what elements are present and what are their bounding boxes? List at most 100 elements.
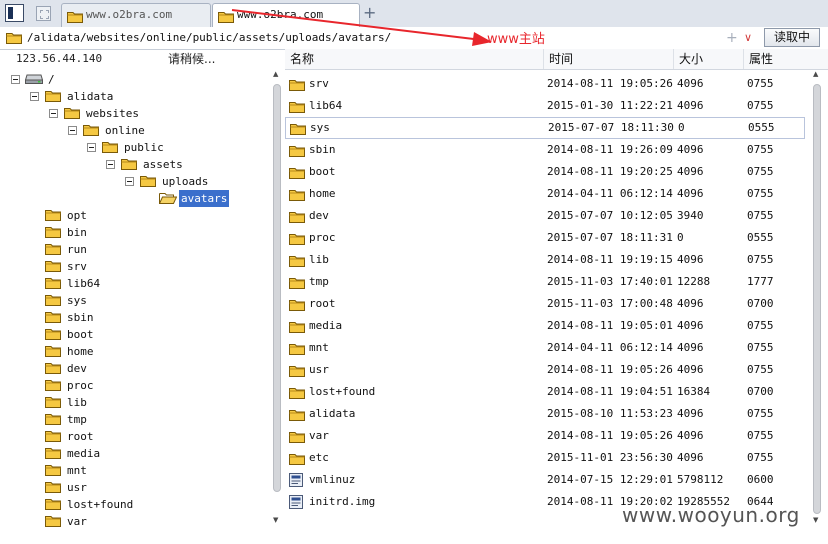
folder-icon xyxy=(102,140,118,158)
file-name: vmlinuz xyxy=(309,473,356,486)
blank-page-icon[interactable] xyxy=(36,6,51,21)
scroll-down-icon[interactable]: ▼ xyxy=(273,516,278,524)
scroll-down-icon[interactable]: ▼ xyxy=(813,516,818,524)
folder-icon xyxy=(45,480,61,498)
tab-o2bra-1[interactable]: www.o2bra.com xyxy=(61,3,211,27)
column-perm[interactable]: 属性 xyxy=(743,49,828,69)
file-row[interactable]: boot 2014-08-11 19:20:25 4096 0755 xyxy=(285,161,805,183)
file-row[interactable]: sbin 2014-08-11 19:26:09 4096 0755 xyxy=(285,139,805,161)
tree-node-label: media xyxy=(67,447,101,460)
file-time: 2014-08-11 19:05:01 xyxy=(547,319,673,332)
file-row[interactable]: lib 2014-08-11 19:19:15 4096 0755 xyxy=(285,249,805,271)
scroll-up-icon[interactable]: ▲ xyxy=(813,70,818,78)
file-size: 4096 xyxy=(677,165,704,178)
column-time[interactable]: 时间 xyxy=(543,49,673,69)
file-time: 2014-08-11 19:20:25 xyxy=(547,165,673,178)
folder-open-icon xyxy=(159,191,178,209)
directory-tree: / alidata websites online public assets upload… xyxy=(0,70,273,530)
file-time: 2015-11-03 17:40:01 xyxy=(547,275,673,288)
file-size: 4096 xyxy=(677,451,704,464)
file-size: 4096 xyxy=(677,319,704,332)
file-name: boot xyxy=(309,165,336,178)
status-message: 请稍候... xyxy=(168,52,216,66)
folder-icon xyxy=(121,157,137,175)
file-size: 4096 xyxy=(677,99,704,112)
folder-icon xyxy=(45,293,61,311)
column-size[interactable]: 大小 xyxy=(673,49,743,69)
tree-expand-minus-icon[interactable] xyxy=(68,126,77,135)
tree-expand-minus-icon[interactable] xyxy=(87,143,96,152)
file-row[interactable]: vmlinuz 2014-07-15 12:29:01 5798112 0600 xyxy=(285,469,805,491)
file-name: initrd.img xyxy=(309,495,376,508)
tree-expand-minus-icon[interactable] xyxy=(125,177,134,186)
tree-node-label: boot xyxy=(67,328,94,341)
chevron-down-icon[interactable]: ∨ xyxy=(744,27,752,49)
file-size: 4096 xyxy=(677,143,704,156)
file-row[interactable]: sys 2015-07-07 18:11:30 0 0555 xyxy=(285,117,805,139)
file-row[interactable]: media 2014-08-11 19:05:01 4096 0755 xyxy=(285,315,805,337)
file-row[interactable]: etc 2015-11-01 23:56:30 4096 0755 xyxy=(285,447,805,469)
file-row[interactable]: usr 2014-08-11 19:05:26 4096 0755 xyxy=(285,359,805,381)
tree-node-label: home xyxy=(67,345,94,358)
file-row[interactable]: lib64 2015-01-30 11:22:21 4096 0755 xyxy=(285,95,805,117)
file-time: 2014-04-11 06:12:14 xyxy=(547,341,673,354)
tree-node-label: lib64 xyxy=(67,277,101,290)
file-size: 4096 xyxy=(677,77,704,90)
scroll-thumb[interactable] xyxy=(813,84,821,514)
read-button[interactable]: 读取中 xyxy=(764,28,820,47)
tree-node-label: sbin xyxy=(67,311,94,324)
file-row[interactable]: mnt 2014-04-11 06:12:14 4096 0755 xyxy=(285,337,805,359)
file-permission: 0700 xyxy=(747,297,774,310)
file-name: tmp xyxy=(309,275,329,288)
scroll-thumb[interactable] xyxy=(273,84,281,492)
file-list-scrollbar[interactable]: ▲ ▼ xyxy=(811,70,823,530)
folder-icon xyxy=(45,208,61,226)
file-row[interactable]: lost+found 2014-08-11 19:04:51 16384 0700 xyxy=(285,381,805,403)
file-permission: 0700 xyxy=(747,385,774,398)
tree-node-label: var xyxy=(67,515,87,528)
file-size: 4096 xyxy=(677,407,704,420)
folder-icon xyxy=(6,31,22,47)
file-row[interactable]: dev 2015-07-07 10:12:05 3940 0755 xyxy=(285,205,805,227)
tree-expand-minus-icon[interactable] xyxy=(49,109,58,118)
file-row[interactable]: root 2015-11-03 17:00:48 4096 0700 xyxy=(285,293,805,315)
tree-node-label: dev xyxy=(67,362,87,375)
file-row[interactable]: alidata 2015-08-10 11:53:23 4096 0755 xyxy=(285,403,805,425)
file-name: sbin xyxy=(309,143,336,156)
file-name: root xyxy=(309,297,336,310)
file-name: dev xyxy=(309,209,329,222)
file-size: 3940 xyxy=(677,209,704,222)
file-time: 2014-08-11 19:26:09 xyxy=(547,143,673,156)
file-name: alidata xyxy=(309,407,356,420)
tree-expand-minus-icon[interactable] xyxy=(106,160,115,169)
folder-icon xyxy=(140,174,156,192)
folder-icon xyxy=(45,463,61,481)
plus-icon[interactable]: + xyxy=(726,27,738,49)
file-row[interactable]: tmp 2015-11-03 17:40:01 12288 1777 xyxy=(285,271,805,293)
file-time: 2015-11-03 17:00:48 xyxy=(547,297,673,310)
file-time: 2014-08-11 19:19:15 xyxy=(547,253,673,266)
file-permission: 0555 xyxy=(747,231,774,244)
sidebar-toggle-icon[interactable] xyxy=(5,4,24,22)
file-row[interactable]: proc 2015-07-07 18:11:31 0 0555 xyxy=(285,227,805,249)
column-name[interactable]: 名称 xyxy=(285,49,543,69)
tree-node-label: sys xyxy=(67,294,87,307)
file-size: 4096 xyxy=(677,297,704,310)
file-permission: 0755 xyxy=(747,341,774,354)
tree-expand-minus-icon[interactable] xyxy=(30,92,39,101)
file-permission: 1777 xyxy=(747,275,774,288)
file-row[interactable]: var 2014-08-11 19:05:26 4096 0755 xyxy=(285,425,805,447)
scroll-up-icon[interactable]: ▲ xyxy=(273,70,278,78)
file-row[interactable]: home 2014-04-11 06:12:14 4096 0755 xyxy=(285,183,805,205)
file-time: 2015-07-07 10:12:05 xyxy=(547,209,673,222)
file-permission: 0755 xyxy=(747,253,774,266)
tree-scrollbar[interactable]: ▲ ▼ xyxy=(272,70,283,530)
tree-node-label: websites xyxy=(86,107,139,120)
tree-expand-minus-icon[interactable] xyxy=(11,75,20,84)
tree-node-label: proc xyxy=(67,379,94,392)
file-permission: 0755 xyxy=(747,319,774,332)
file-row[interactable]: srv 2014-08-11 19:05:26 4096 0755 xyxy=(285,73,805,95)
folder-icon xyxy=(45,276,61,294)
file-name: proc xyxy=(309,231,336,244)
folder-icon xyxy=(45,259,61,277)
